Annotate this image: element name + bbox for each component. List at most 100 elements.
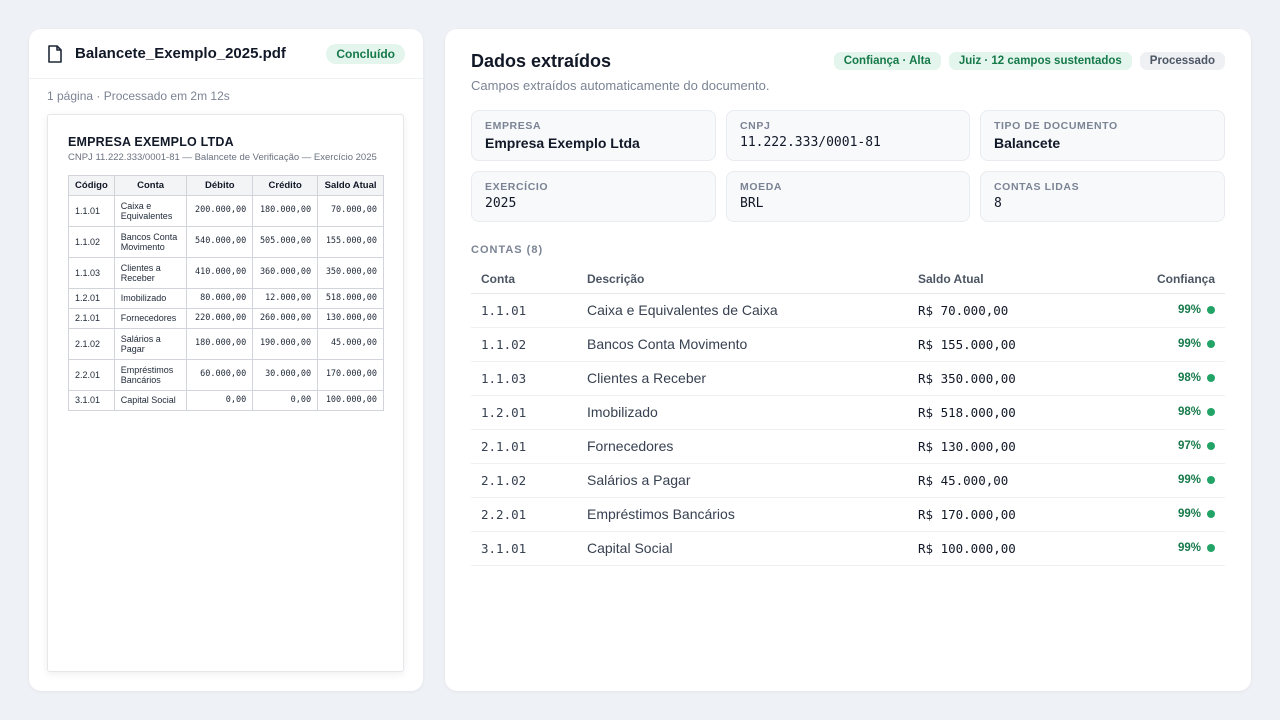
account-description: Caixa e Equivalentes de Caixa xyxy=(577,293,908,328)
accounts-header-row: Conta Descrição Saldo Atual Confiança xyxy=(471,265,1225,294)
document-table-row: 2.1.01 Fornecedores 220.000,00 260.000,0… xyxy=(68,308,384,329)
confidence-value: 99% xyxy=(1177,542,1201,554)
field-value: 8 xyxy=(994,196,1002,211)
account-confidence: 98% xyxy=(1098,395,1225,430)
doc-cell-balance: 518.000,00 xyxy=(317,288,384,309)
doc-cell-credit: 0,00 xyxy=(252,390,319,411)
doc-cell-credit: 505.000,00 xyxy=(252,226,319,258)
field-value: Balancete xyxy=(994,135,1061,151)
doc-cell-code: 1.1.03 xyxy=(68,257,115,289)
doc-cell-credit: 30.000,00 xyxy=(252,359,319,391)
field-label: TIPO DE DOCUMENTO xyxy=(994,120,1118,132)
account-description: Salários a Pagar xyxy=(577,463,908,498)
table-row[interactable]: 1.2.01 Imobilizado R$ 518.000,00 98% xyxy=(471,395,1225,430)
account-confidence: 99% xyxy=(1098,531,1225,566)
judge-pill: Juiz · 12 campos sustentados xyxy=(948,52,1132,70)
confidence-value: 99% xyxy=(1177,474,1201,486)
doc-cell-code: 1.2.01 xyxy=(68,288,115,309)
confidence-pill: Confiança · Alta xyxy=(833,52,941,70)
table-row[interactable]: 1.1.03 Clientes a Receber R$ 350.000,00 … xyxy=(471,361,1225,396)
account-description: Empréstimos Bancários xyxy=(577,497,908,532)
account-balance: R$ 70.000,00 xyxy=(908,293,1098,328)
doc-cell-code: 2.1.01 xyxy=(68,308,115,329)
column-header-description[interactable]: Descrição xyxy=(577,265,908,294)
column-header-account[interactable]: Conta xyxy=(471,265,577,294)
confidence-value: 97% xyxy=(1177,440,1201,452)
status-dot-icon xyxy=(1207,475,1215,484)
field-document-type[interactable]: TIPO DE DOCUMENTO Balancete xyxy=(980,110,1225,161)
field-currency[interactable]: MOEDA BRL xyxy=(726,171,970,222)
account-confidence: 98% xyxy=(1098,361,1225,396)
account-description: Imobilizado xyxy=(577,395,908,430)
field-cnpj[interactable]: CNPJ 11.222.333/0001-81 xyxy=(726,110,970,161)
table-row[interactable]: 1.1.01 Caixa e Equivalentes de Caixa R$ … xyxy=(471,293,1225,328)
status-dot-icon xyxy=(1207,441,1215,450)
confidence-value: 99% xyxy=(1177,508,1201,520)
field-company[interactable]: EMPRESA Empresa Exemplo Ltda xyxy=(471,110,716,161)
account-code: 2.1.02 xyxy=(471,463,577,498)
doc-cell-account: Clientes a Receber xyxy=(113,257,188,289)
doc-cell-balance: 45.000,00 xyxy=(317,328,384,360)
account-confidence: 99% xyxy=(1098,497,1225,532)
account-balance: R$ 45.000,00 xyxy=(908,463,1098,498)
field-value: BRL xyxy=(740,196,764,211)
column-header-balance[interactable]: Saldo Atual xyxy=(908,265,1098,294)
doc-cell-debit: 220.000,00 xyxy=(186,308,254,329)
account-confidence: 97% xyxy=(1098,429,1225,464)
doc-cell-account: Fornecedores xyxy=(113,308,188,329)
processed-pill: Processado xyxy=(1139,52,1225,70)
doc-cell-code: 2.2.01 xyxy=(68,359,115,391)
column-header-confidence[interactable]: Confiança xyxy=(1098,265,1225,294)
confidence-value: 99% xyxy=(1177,338,1201,350)
extracted-fields: EMPRESA Empresa Exemplo Ltda CNPJ 11.222… xyxy=(471,110,1225,222)
doc-cell-debit: 180.000,00 xyxy=(186,328,254,360)
account-code: 1.1.02 xyxy=(471,327,577,362)
doc-cell-credit: 360.000,00 xyxy=(252,257,319,289)
document-panel: Balancete_Exemplo_2025.pdf Concluído 1 p… xyxy=(29,29,423,691)
accounts-section-title: CONTAS (8) xyxy=(471,244,544,256)
table-row[interactable]: 3.1.01 Capital Social R$ 100.000,00 99% xyxy=(471,531,1225,566)
status-dot-icon xyxy=(1207,305,1215,314)
account-balance: R$ 518.000,00 xyxy=(908,395,1098,430)
doc-cell-balance: 155.000,00 xyxy=(317,226,384,258)
account-code: 1.1.03 xyxy=(471,361,577,396)
table-row[interactable]: 1.1.02 Bancos Conta Movimento R$ 155.000… xyxy=(471,327,1225,362)
doc-cell-balance: 130.000,00 xyxy=(317,308,384,329)
table-row[interactable]: 2.1.02 Salários a Pagar R$ 45.000,00 99% xyxy=(471,463,1225,498)
doc-cell-credit: 180.000,00 xyxy=(252,195,319,227)
document-preview[interactable]: EMPRESA EXEMPLO LTDA CNPJ 11.222.333/000… xyxy=(47,114,404,672)
document-table-row: 2.1.02 Salários a Pagar 180.000,00 190.0… xyxy=(68,328,384,360)
field-label: EXERCÍCIO xyxy=(485,181,549,193)
account-description: Clientes a Receber xyxy=(577,361,908,396)
account-balance: R$ 350.000,00 xyxy=(908,361,1098,396)
file-name: Balancete_Exemplo_2025.pdf xyxy=(75,45,286,62)
account-confidence: 99% xyxy=(1098,293,1225,328)
doc-cell-debit: 80.000,00 xyxy=(186,288,254,309)
doc-cell-credit: 12.000,00 xyxy=(252,288,319,309)
account-description: Fornecedores xyxy=(577,429,908,464)
doc-cell-credit: 260.000,00 xyxy=(252,308,319,329)
account-confidence: 99% xyxy=(1098,463,1225,498)
confidence-value: 99% xyxy=(1177,304,1201,316)
doc-cell-account: Bancos Conta Movimento xyxy=(113,226,188,258)
account-code: 1.2.01 xyxy=(471,395,577,430)
document-subtitle: CNPJ 11.222.333/0001-81 — Balancete de V… xyxy=(68,152,377,163)
table-row[interactable]: 2.1.01 Fornecedores R$ 130.000,00 97% xyxy=(471,429,1225,464)
panel-title: Dados extraídos xyxy=(471,51,612,71)
field-label: CNPJ xyxy=(740,120,771,132)
doc-cell-debit: 540.000,00 xyxy=(186,226,254,258)
doc-cell-debit: 60.000,00 xyxy=(186,359,254,391)
document-title: EMPRESA EXEMPLO LTDA xyxy=(68,135,234,149)
confidence-value: 98% xyxy=(1177,406,1201,418)
document-table-row: 3.1.01 Capital Social 0,00 0,00 100.000,… xyxy=(68,390,384,411)
field-accounts-read[interactable]: CONTAS LIDAS 8 xyxy=(980,171,1225,222)
doc-cell-code: 1.1.01 xyxy=(68,195,115,227)
document-table-row: 2.2.01 Empréstimos Bancários 60.000,00 3… xyxy=(68,359,384,391)
table-row[interactable]: 2.2.01 Empréstimos Bancários R$ 170.000,… xyxy=(471,497,1225,532)
account-code: 2.2.01 xyxy=(471,497,577,532)
account-balance: R$ 130.000,00 xyxy=(908,429,1098,464)
field-fiscal-year[interactable]: EXERCÍCIO 2025 xyxy=(471,171,716,222)
doc-header-cell: Débito xyxy=(186,175,254,196)
doc-cell-account: Imobilizado xyxy=(113,288,188,309)
doc-cell-account: Caixa e Equivalentes xyxy=(113,195,188,227)
